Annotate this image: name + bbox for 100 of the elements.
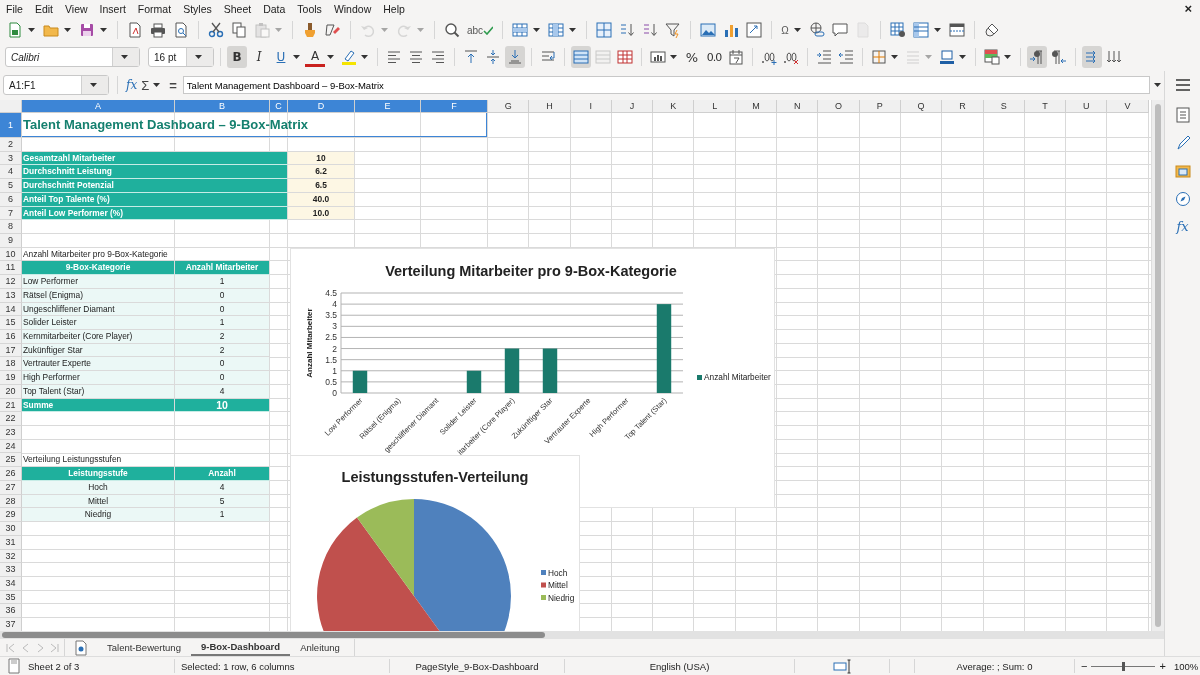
caret-icon[interactable] bbox=[959, 55, 966, 59]
row-header[interactable]: 4 bbox=[0, 165, 22, 180]
column-header[interactable]: M bbox=[735, 99, 778, 113]
caret-icon[interactable] bbox=[569, 28, 577, 32]
column-header[interactable]: C bbox=[270, 99, 288, 113]
sheet-tab[interactable]: 9-Box-Dashboard bbox=[190, 639, 291, 656]
row-header[interactable]: 18 bbox=[0, 357, 22, 372]
menu-item[interactable]: View bbox=[64, 2, 94, 15]
column-header[interactable]: J bbox=[611, 99, 654, 113]
menu-item[interactable]: Data bbox=[262, 2, 292, 15]
comment-icon[interactable] bbox=[831, 22, 848, 38]
special-character-button[interactable]: Ω bbox=[779, 24, 791, 36]
formula-input-field[interactable]: Talent Management Dashboard – 9-Box-Matrix bbox=[182, 76, 1150, 95]
column-header[interactable]: I bbox=[570, 99, 612, 113]
column-header[interactable]: O bbox=[818, 99, 860, 113]
row-header[interactable]: 26 bbox=[0, 467, 22, 481]
sum-button[interactable]: Σ bbox=[141, 77, 150, 93]
font-color-button[interactable]: A bbox=[305, 47, 325, 67]
menu-item[interactable]: File bbox=[5, 2, 29, 15]
chart-icon[interactable] bbox=[723, 22, 740, 38]
properties-icon[interactable] bbox=[1174, 107, 1191, 123]
new-spreadsheet-icon[interactable] bbox=[7, 22, 23, 38]
column-header[interactable]: R bbox=[942, 99, 984, 113]
column-header[interactable]: B bbox=[175, 99, 270, 113]
row-header[interactable]: 11 bbox=[0, 261, 22, 276]
hyperlink-icon[interactable] bbox=[808, 22, 825, 38]
sheet-tab[interactable]: Anleitung bbox=[290, 640, 350, 655]
menu-icon[interactable] bbox=[1174, 77, 1191, 93]
caret-icon[interactable] bbox=[1154, 83, 1161, 88]
caret-icon[interactable] bbox=[793, 28, 801, 32]
column-header[interactable]: F bbox=[421, 99, 488, 113]
menu-item[interactable]: Help bbox=[382, 2, 411, 15]
styles-icon[interactable] bbox=[1174, 135, 1191, 151]
column-header[interactable]: S bbox=[983, 99, 1025, 113]
functions-button[interactable]: fx bbox=[1176, 219, 1189, 234]
export-pdf-icon[interactable] bbox=[127, 22, 143, 38]
column-header[interactable]: T bbox=[1024, 99, 1067, 113]
caret-icon[interactable] bbox=[933, 28, 941, 32]
bold-button[interactable]: B bbox=[227, 46, 247, 68]
clone-formatting-icon[interactable] bbox=[302, 22, 318, 38]
row-header[interactable]: 15 bbox=[0, 316, 22, 330]
percent-button[interactable]: % bbox=[682, 46, 702, 68]
clear-formatting-icon[interactable] bbox=[325, 22, 341, 38]
spelling-button[interactable]: abc bbox=[465, 24, 496, 36]
menu-item[interactable]: Tools bbox=[296, 2, 328, 15]
image-icon[interactable] bbox=[700, 22, 717, 38]
caret-icon[interactable] bbox=[670, 55, 677, 59]
find-replace-icon[interactable] bbox=[444, 22, 460, 38]
close-button[interactable]: × bbox=[1184, 1, 1192, 16]
selection-mode-icon[interactable] bbox=[833, 658, 851, 674]
caret-icon[interactable] bbox=[1004, 55, 1011, 59]
caret-icon[interactable] bbox=[153, 83, 161, 88]
row-header[interactable]: 23 bbox=[0, 426, 22, 440]
column-header[interactable]: A bbox=[22, 99, 175, 113]
row-header[interactable]: 19 bbox=[0, 371, 22, 385]
number-format-button[interactable]: 0.0 bbox=[704, 46, 724, 68]
menu-item[interactable]: Format bbox=[136, 2, 178, 15]
menu-item[interactable]: Window bbox=[332, 2, 378, 15]
caret-icon[interactable] bbox=[64, 28, 71, 32]
column-header[interactable]: D bbox=[288, 99, 355, 113]
caret-icon[interactable] bbox=[533, 28, 541, 32]
gallery-icon[interactable] bbox=[1174, 163, 1191, 179]
sort-descending-icon[interactable] bbox=[642, 22, 659, 38]
column-header[interactable]: H bbox=[529, 99, 571, 113]
column-header[interactable]: N bbox=[777, 99, 819, 113]
row-header[interactable]: 22 bbox=[0, 412, 22, 427]
caret-icon[interactable] bbox=[361, 55, 368, 59]
sheet-tab[interactable]: Talent-Bewertung bbox=[97, 640, 191, 655]
add-sheet-icon[interactable] bbox=[73, 639, 89, 656]
save-icon[interactable] bbox=[79, 22, 95, 38]
row-header[interactable]: 8 bbox=[0, 220, 22, 234]
horizontal-scrollbar[interactable] bbox=[0, 631, 1164, 639]
navigator-icon[interactable] bbox=[1174, 191, 1191, 207]
column-header[interactable]: Q bbox=[900, 99, 943, 113]
cut-icon[interactable] bbox=[208, 22, 224, 38]
caret-icon[interactable] bbox=[891, 55, 898, 59]
menu-item[interactable]: Sheet bbox=[222, 2, 258, 15]
row-header[interactable]: 29 bbox=[0, 508, 22, 523]
row-header[interactable]: 25 bbox=[0, 453, 22, 468]
caret-icon[interactable] bbox=[100, 28, 107, 32]
zoom-out-button[interactable]: − bbox=[1081, 660, 1088, 672]
split-window-icon[interactable] bbox=[948, 22, 965, 38]
column-header[interactable]: V bbox=[1107, 99, 1149, 113]
column-header[interactable]: U bbox=[1066, 99, 1108, 113]
row-header[interactable]: 37 bbox=[0, 618, 22, 631]
copy-icon[interactable] bbox=[231, 22, 247, 38]
column-header[interactable]: K bbox=[653, 99, 695, 113]
caret-icon[interactable] bbox=[90, 83, 97, 88]
autofilter-icon[interactable] bbox=[665, 22, 682, 38]
menu-item[interactable]: Insert bbox=[98, 2, 132, 15]
caret-icon[interactable] bbox=[195, 55, 202, 59]
underline-button[interactable]: U bbox=[271, 46, 291, 68]
function-wizard-button[interactable]: fx bbox=[126, 78, 138, 93]
print-range-icon[interactable] bbox=[889, 22, 906, 38]
print-icon[interactable] bbox=[150, 22, 166, 38]
open-folder-icon[interactable] bbox=[43, 22, 59, 38]
pivot-table-icon[interactable] bbox=[746, 22, 763, 38]
italic-button[interactable]: I bbox=[249, 46, 269, 68]
shapes-icon[interactable] bbox=[983, 22, 1000, 38]
font-size-field[interactable]: 16 pt bbox=[148, 47, 214, 67]
